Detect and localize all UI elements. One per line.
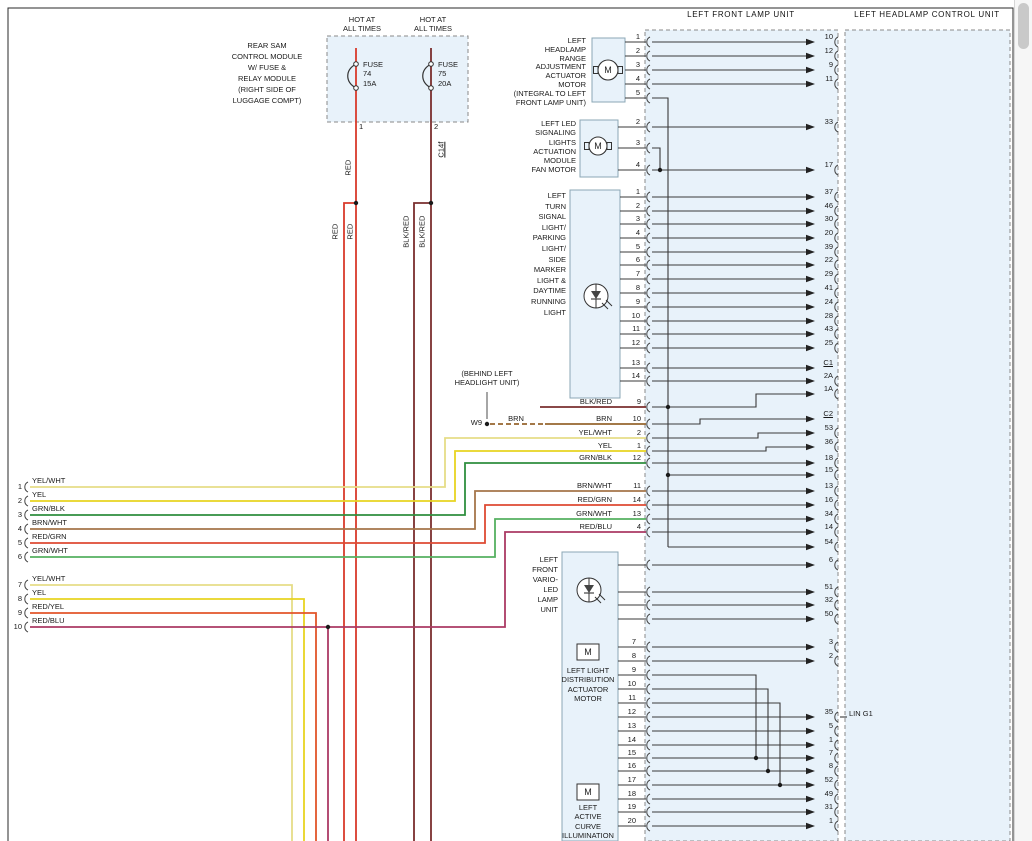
- left-front-lamp-unit-box: [645, 30, 838, 841]
- connector-pin-bracket: [25, 552, 28, 562]
- connector-pin-bracket: [25, 496, 28, 506]
- junction-dot: [354, 201, 358, 205]
- fuse-75-terminal: [429, 86, 434, 91]
- connector-pin-bracket: [25, 524, 28, 534]
- wire3-grnblk: [30, 463, 646, 515]
- wire9-redyel: [30, 613, 316, 841]
- light-distribution-motor-m: M: [584, 647, 592, 657]
- connector-pin-bracket: [25, 622, 28, 632]
- wiring-diagram-page: MMMM LEFT FRONT LAMP UNIT LEFT HEADLAMP …: [0, 0, 1032, 841]
- connector-pin-bracket: [25, 482, 28, 492]
- connector-pin-bracket: [25, 608, 28, 618]
- left-headlamp-control-unit-box: [845, 30, 1010, 841]
- scrollbar-track[interactable]: [1014, 0, 1032, 841]
- fuse-75-terminal: [429, 62, 434, 67]
- wire5-redgrn: [30, 505, 646, 543]
- fuse-74-terminal: [354, 62, 359, 67]
- junction-dot: [766, 769, 770, 773]
- diagram-canvas: M M M M: [0, 0, 1032, 841]
- wire2-yel: [30, 451, 646, 501]
- wire7-yelwht: [30, 585, 292, 841]
- connector-pin-bracket: [25, 594, 28, 604]
- active-curve-motor-m: M: [584, 787, 592, 797]
- scrollbar-thumb[interactable]: [1018, 3, 1029, 49]
- range-actuator-motor-m: M: [604, 65, 612, 75]
- junction-dot: [658, 168, 662, 172]
- connector-pin-bracket: [25, 510, 28, 520]
- wire8-yel: [30, 599, 304, 841]
- junction-dot: [326, 625, 330, 629]
- connector-pin-bracket: [25, 538, 28, 548]
- connector-pin-bracket: [25, 580, 28, 590]
- fuse-74-terminal: [354, 86, 359, 91]
- junction-dot: [485, 422, 489, 426]
- junction-dot: [666, 473, 670, 477]
- fan-motor-m: M: [594, 141, 602, 151]
- fuse75-blkred-branch: [414, 203, 431, 841]
- junction-dot: [754, 756, 758, 760]
- wire6-grnwht: [30, 519, 646, 557]
- junction-dot: [666, 405, 670, 409]
- junction-dot: [778, 783, 782, 787]
- junction-dot: [429, 201, 433, 205]
- fuse74-red-branch: [344, 203, 356, 841]
- wire4-brnwht: [30, 491, 646, 529]
